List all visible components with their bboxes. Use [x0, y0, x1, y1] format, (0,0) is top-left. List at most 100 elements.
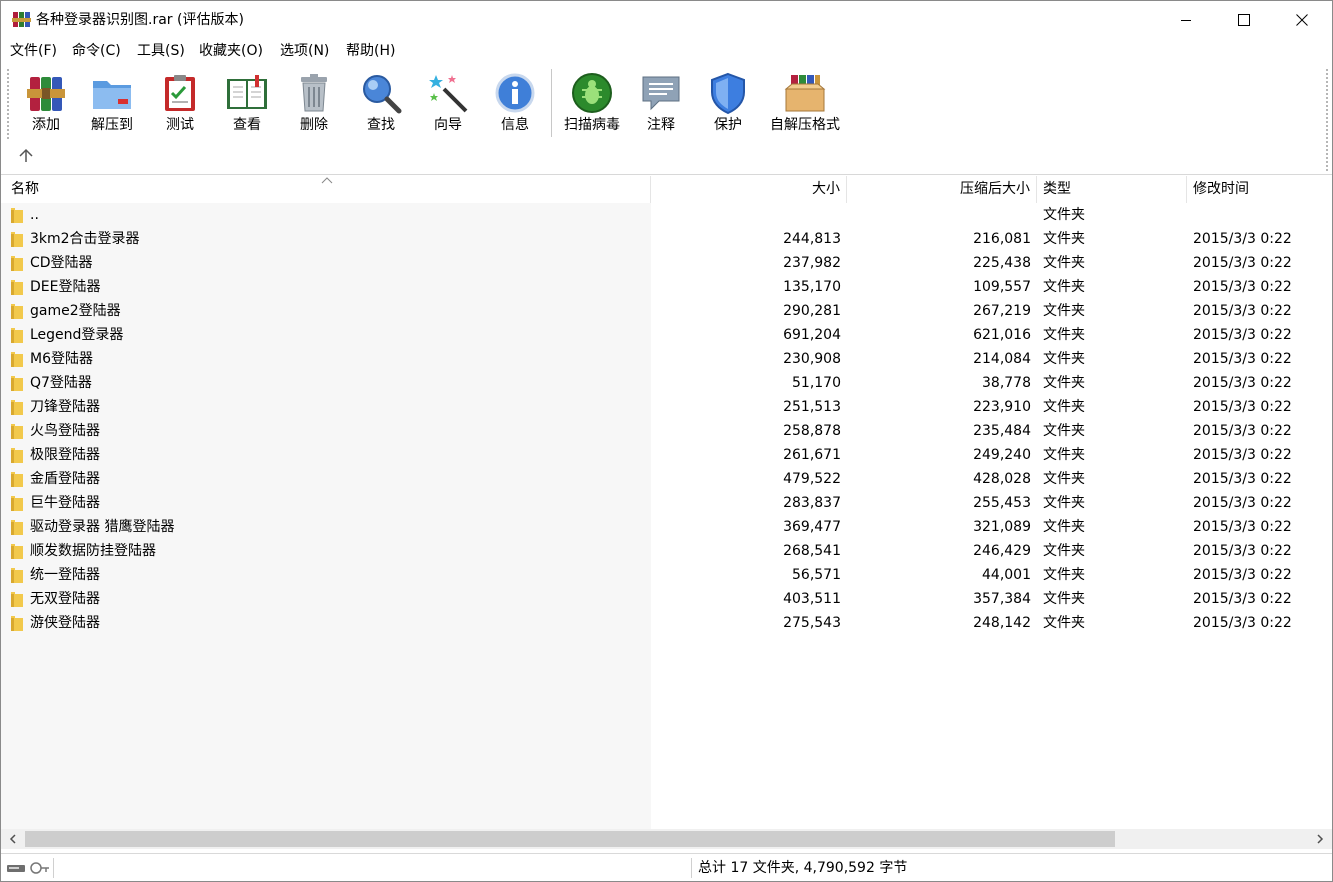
test-label: 测试	[166, 117, 194, 133]
table-row[interactable]: 顺发数据防挂登陆器 268,541 246,429 文件夹 2015/3/3 0:22	[1, 539, 1332, 563]
file-type: 文件夹	[1043, 303, 1085, 319]
info-icon	[495, 73, 535, 113]
table-row[interactable]: Legend登录器 691,204 621,016 文件夹 2015/3/3 0:22	[1, 323, 1332, 347]
file-packed-size: 44,001	[982, 567, 1031, 583]
wizard-button[interactable]: 向导	[415, 69, 481, 139]
menu-tools[interactable]: 工具(S)	[136, 42, 186, 60]
folder-icon	[11, 208, 23, 223]
table-row[interactable]: 金盾登陆器 479,522 428,028 文件夹 2015/3/3 0:22	[1, 467, 1332, 491]
column-modified[interactable]: 修改时间	[1187, 176, 1332, 203]
find-magnifier-icon	[363, 75, 402, 114]
file-type: 文件夹	[1043, 327, 1085, 343]
menu-favorites[interactable]: 收藏夹(O)	[198, 42, 264, 60]
minimize-button[interactable]	[1157, 1, 1215, 39]
file-size: 251,513	[783, 399, 841, 415]
file-modified: 2015/3/3 0:22	[1193, 303, 1292, 319]
toolbar-separator	[551, 69, 552, 137]
menu-commands[interactable]: 命令(C)	[71, 42, 122, 60]
file-packed-size	[847, 203, 1031, 227]
file-name: DEE登陆器	[30, 279, 101, 295]
sfx-button[interactable]: 自解压格式	[765, 69, 845, 139]
find-button[interactable]: 查找	[348, 69, 414, 139]
table-row[interactable]: 3km2合击登录器 244,813 216,081 文件夹 2015/3/3 0:22	[1, 227, 1332, 251]
file-size: 403,511	[783, 591, 841, 607]
info-button[interactable]: 信息	[482, 69, 548, 139]
table-row[interactable]: CD登陆器 237,982 225,438 文件夹 2015/3/3 0:22	[1, 251, 1332, 275]
drive-key-icon[interactable]	[6, 860, 50, 876]
menu-file[interactable]: 文件(F)	[9, 42, 58, 60]
folder-icon	[11, 448, 23, 463]
table-row[interactable]: 游侠登陆器 275,543 248,142 文件夹 2015/3/3 0:22	[1, 611, 1332, 635]
scan-virus-button[interactable]: 扫描病毒	[559, 69, 625, 139]
file-name: ..	[30, 207, 39, 223]
table-row[interactable]: 无双登陆器 403,511 357,384 文件夹 2015/3/3 0:22	[1, 587, 1332, 611]
folder-icon	[11, 400, 23, 415]
file-type: 文件夹	[1043, 495, 1085, 511]
file-size: 135,170	[783, 279, 841, 295]
extract-folder-icon	[93, 81, 131, 109]
comment-button[interactable]: 注释	[628, 69, 694, 139]
folder-icon	[11, 544, 23, 559]
table-row[interactable]: DEE登陆器 135,170 109,557 文件夹 2015/3/3 0:22	[1, 275, 1332, 299]
file-packed-size: 38,778	[982, 375, 1031, 391]
test-clipboard-icon	[165, 75, 195, 111]
add-label: 添加	[32, 117, 60, 133]
file-type: 文件夹	[1043, 279, 1085, 295]
view-book-icon	[227, 75, 267, 109]
file-size: 258,878	[783, 423, 841, 439]
table-row[interactable]: Q7登陆器 51,170 38,778 文件夹 2015/3/3 0:22	[1, 371, 1332, 395]
horizontal-scrollbar[interactable]	[1, 829, 1332, 849]
table-row[interactable]: 火鸟登陆器 258,878 235,484 文件夹 2015/3/3 0:22	[1, 419, 1332, 443]
folder-icon	[11, 568, 23, 583]
test-button[interactable]: 测试	[147, 69, 213, 139]
extract-to-button[interactable]: 解压到	[79, 69, 145, 139]
up-folder-arrow-icon[interactable]	[17, 147, 35, 165]
scan-virus-label: 扫描病毒	[564, 117, 620, 133]
protect-button[interactable]: 保护	[695, 69, 761, 139]
file-type: 文件夹	[1043, 423, 1085, 439]
close-button[interactable]	[1273, 1, 1331, 39]
folder-icon	[11, 328, 23, 343]
table-row[interactable]: M6登陆器 230,908 214,084 文件夹 2015/3/3 0:22	[1, 347, 1332, 371]
file-packed-size: 235,484	[973, 423, 1031, 439]
table-row[interactable]: 巨牛登陆器 283,837 255,453 文件夹 2015/3/3 0:22	[1, 491, 1332, 515]
column-packed[interactable]: 压缩后大小	[847, 176, 1037, 203]
table-row[interactable]: 驱动登录器 猎鹰登陆器 369,477 321,089 文件夹 2015/3/3 0:2…	[1, 515, 1332, 539]
add-button[interactable]: 添加	[13, 69, 79, 139]
file-modified: 2015/3/3 0:22	[1193, 471, 1292, 487]
table-row[interactable]: 统一登陆器 56,571 44,001 文件夹 2015/3/3 0:22	[1, 563, 1332, 587]
file-type: 文件夹	[1043, 207, 1085, 223]
menu-options[interactable]: 选项(N)	[279, 42, 330, 60]
menu-help[interactable]: 帮助(H)	[345, 42, 396, 60]
scroll-right-icon[interactable]	[1314, 833, 1326, 845]
scroll-left-icon[interactable]	[7, 833, 19, 845]
table-row[interactable]: .. 文件夹	[1, 203, 1332, 227]
table-row[interactable]: 极限登陆器 261,671 249,240 文件夹 2015/3/3 0:22	[1, 443, 1332, 467]
file-packed-size: 216,081	[973, 231, 1031, 247]
protect-shield-icon	[711, 72, 745, 115]
column-size[interactable]: 大小	[651, 176, 847, 203]
file-type: 文件夹	[1043, 615, 1085, 631]
file-modified: 2015/3/3 0:22	[1193, 327, 1292, 343]
file-name: 巨牛登陆器	[30, 495, 100, 511]
column-type[interactable]: 类型	[1037, 176, 1187, 203]
file-name: 游侠登陆器	[30, 615, 100, 631]
column-header: 名称 大小 压缩后大小 类型 修改时间	[1, 176, 1332, 203]
maximize-icon	[1238, 14, 1250, 26]
maximize-button[interactable]	[1215, 1, 1273, 39]
file-size: 268,541	[783, 543, 841, 559]
folder-icon	[11, 592, 23, 607]
view-button[interactable]: 查看	[214, 69, 280, 139]
file-packed-size: 248,142	[973, 615, 1031, 631]
minimize-icon	[1181, 20, 1191, 21]
table-row[interactable]: game2登陆器 290,281 267,219 文件夹 2015/3/3 0:22	[1, 299, 1332, 323]
delete-label: 删除	[300, 117, 328, 133]
toolbar-grip	[6, 68, 10, 140]
folder-icon	[11, 256, 23, 271]
scrollbar-thumb[interactable]	[25, 831, 1115, 847]
file-size: 275,543	[783, 615, 841, 631]
delete-button[interactable]: 删除	[281, 69, 347, 139]
table-row[interactable]: 刀锋登陆器 251,513 223,910 文件夹 2015/3/3 0:22	[1, 395, 1332, 419]
file-size: 283,837	[783, 495, 841, 511]
file-type: 文件夹	[1043, 231, 1085, 247]
